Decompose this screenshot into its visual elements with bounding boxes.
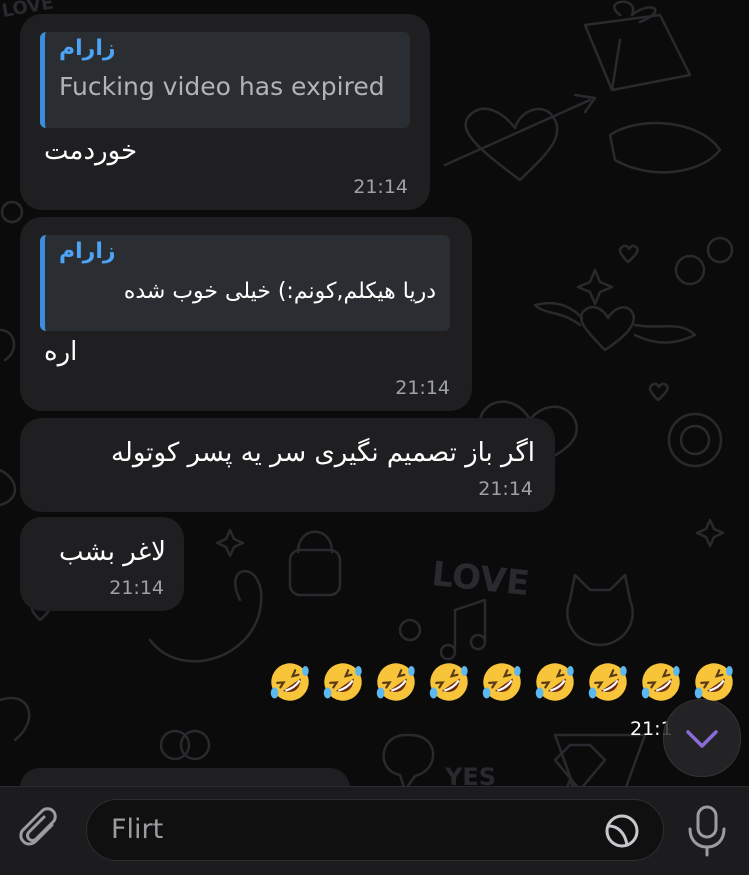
scroll-to-bottom-button[interactable]	[663, 699, 741, 777]
reply-quote[interactable]: زارام دریا هیکلم,کونم:) خیلی خوب شده	[40, 235, 450, 331]
message-text: اگر باز تصمیم نگیری سر یه پسر کوتوله	[110, 438, 535, 468]
rolling-laughing-emoji-icon	[694, 663, 733, 701]
message-bubble[interactable]: زارام Fucking video has expired خوردمت 2…	[20, 14, 430, 210]
microphone-icon	[688, 805, 726, 857]
sticker-icon	[605, 814, 639, 848]
rolling-laughing-emoji-icon	[588, 663, 627, 701]
reply-sender-name: زارام	[59, 239, 116, 264]
reply-sender-name: زارام	[59, 36, 116, 61]
rolling-laughing-emoji-icon	[323, 663, 362, 701]
rolling-laughing-emoji-icon	[270, 663, 309, 701]
message-input[interactable]: Flirt	[86, 799, 664, 861]
chevron-down-icon	[686, 730, 718, 748]
paperclip-icon	[19, 807, 57, 846]
rolling-laughing-emoji-icon	[482, 663, 521, 701]
message-input-bar: Flirt	[0, 786, 749, 875]
rolling-laughing-emoji-icon	[376, 663, 415, 701]
message-time: 21:14	[353, 176, 408, 198]
voice-record-button[interactable]	[680, 801, 734, 861]
wallpaper-love-text: LOVE	[430, 554, 532, 604]
message-text: لاغر بشب	[59, 537, 166, 567]
message-time: 21:14	[478, 478, 533, 500]
message-time: 21:14	[395, 377, 450, 399]
message-text: اره	[44, 337, 78, 367]
message-text: خوردمت	[44, 136, 138, 166]
message-bubble[interactable]: زارام دریا هیکلم,کونم:) خیلی خوب شده اره…	[20, 217, 472, 411]
rolling-laughing-emoji-icon	[535, 663, 574, 701]
rolling-laughing-emoji-icon	[429, 663, 468, 701]
rolling-laughing-emoji-icon	[641, 663, 680, 701]
reply-quote[interactable]: زارام Fucking video has expired	[40, 32, 410, 128]
reply-quoted-text: دریا هیکلم,کونم:) خیلی خوب شده	[123, 279, 436, 304]
message-time: 21:14	[109, 577, 164, 599]
attach-button[interactable]	[14, 803, 68, 857]
message-bubble[interactable]: اگر باز تصمیم نگیری سر یه پسر کوتوله 21:…	[20, 418, 555, 512]
reply-quoted-text: Fucking video has expired	[59, 72, 385, 101]
message-bubble[interactable]: لاغر بشب 21:14	[20, 517, 184, 611]
sticker-button[interactable]	[603, 812, 641, 850]
message-input-placeholder: Flirt	[111, 814, 164, 845]
